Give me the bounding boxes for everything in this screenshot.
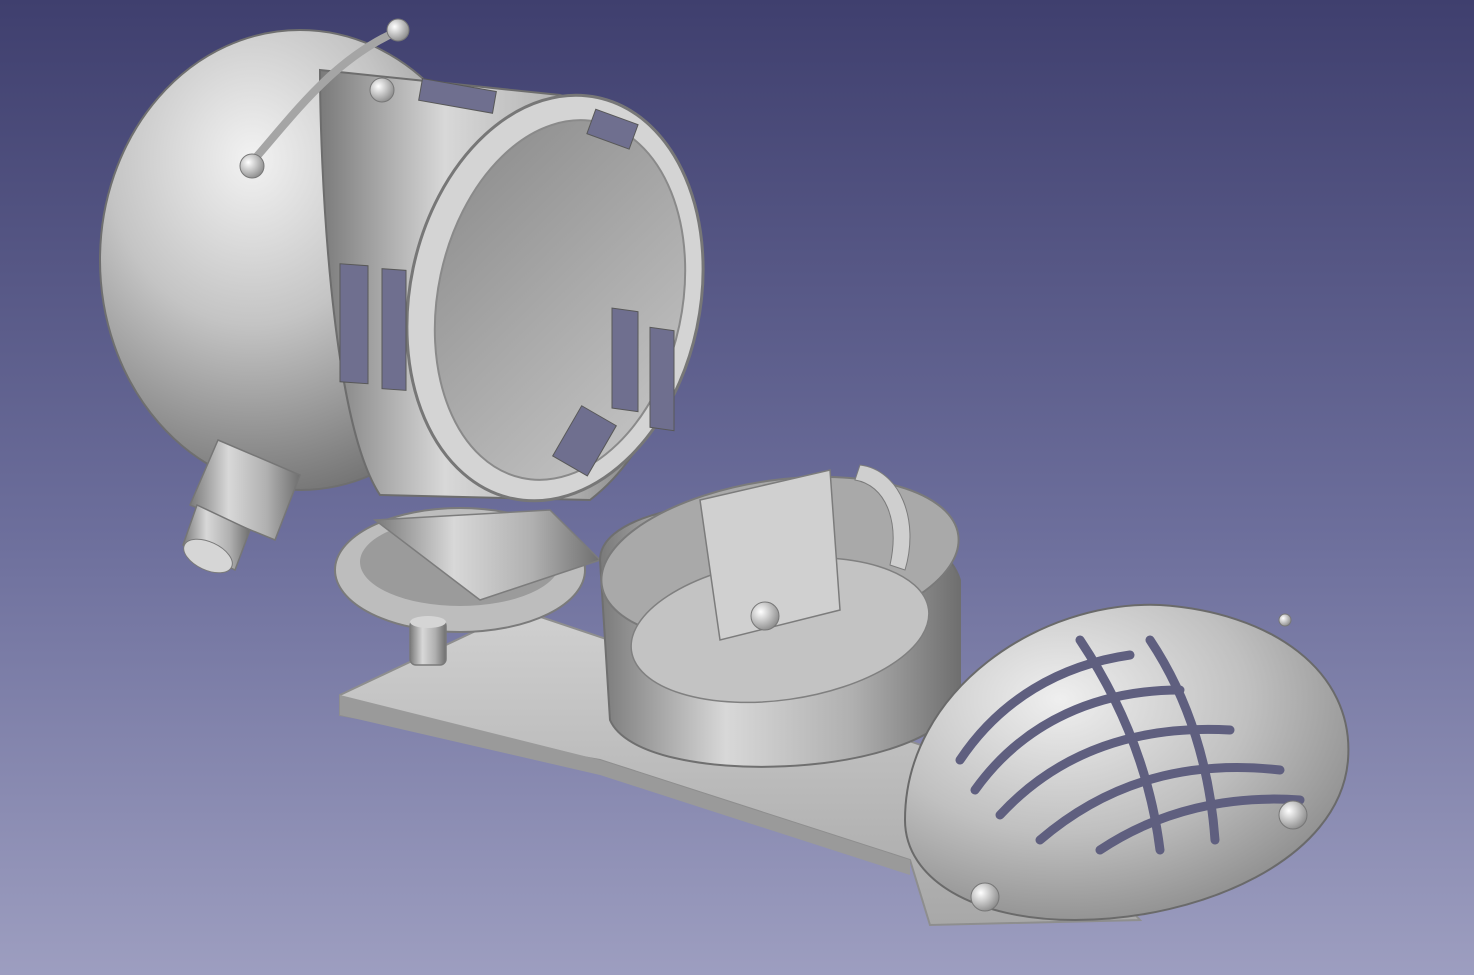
model-scene[interactable] bbox=[0, 0, 1474, 975]
rotor-cup[interactable] bbox=[591, 456, 970, 768]
3d-viewport[interactable] bbox=[0, 0, 1474, 975]
siren-housing[interactable] bbox=[99, 18, 739, 529]
vented-front-grille[interactable] bbox=[903, 603, 1350, 922]
